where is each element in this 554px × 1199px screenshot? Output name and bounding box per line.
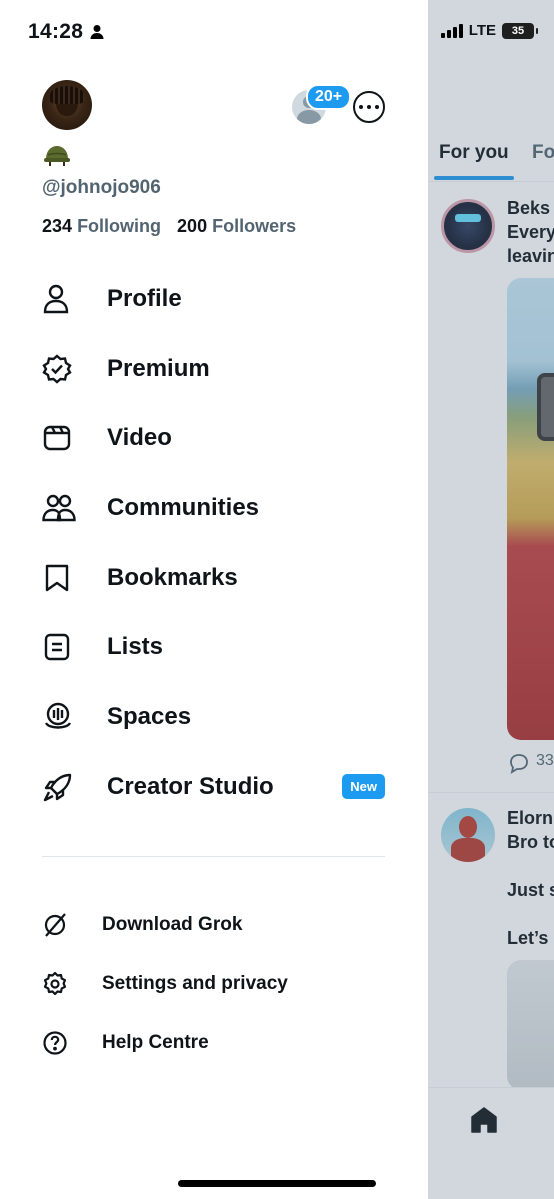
home-feed-backdrop[interactable]: For you Fo Beks Every leavin 33 Elorn Br…	[428, 0, 554, 1199]
video-icon	[42, 421, 76, 455]
post-avatar[interactable]	[441, 199, 495, 253]
active-tab-indicator	[434, 176, 514, 180]
post-text-line: Bro to	[507, 832, 554, 852]
help-icon	[42, 1029, 70, 1057]
menu-item-label: Settings and privacy	[102, 972, 288, 994]
communities-icon	[42, 491, 76, 525]
tab-following[interactable]: Fo	[532, 142, 554, 164]
reply-count: 33	[536, 752, 554, 769]
battery-level: 35	[511, 24, 525, 37]
following-count: 234	[42, 216, 73, 236]
menu-item-download-grok[interactable]: Download Grok	[42, 895, 385, 954]
menu-item-settings[interactable]: Settings and privacy	[42, 954, 385, 1013]
post-text-line: Every	[507, 222, 554, 242]
post-avatar[interactable]	[441, 808, 495, 862]
account-count-badge[interactable]: 20+	[306, 84, 352, 110]
tab-for-you[interactable]: For you	[439, 142, 509, 164]
signal-icon	[440, 23, 463, 38]
followers-link[interactable]: 200 Followers	[177, 216, 296, 237]
menu-item-label: Creator Studio	[107, 772, 274, 800]
menu-item-label: Spaces	[107, 702, 192, 730]
post-image[interactable]	[507, 278, 554, 740]
person-status-icon	[90, 25, 104, 39]
menu-item-label: Lists	[107, 633, 164, 661]
spaces-icon	[42, 700, 76, 734]
new-badge: New	[342, 774, 385, 800]
post-text-line: Let’s	[507, 928, 549, 948]
clock-text: 14:28	[28, 20, 84, 43]
menu-item-bookmarks[interactable]: Bookmarks	[42, 543, 385, 613]
verified-badge-icon	[42, 352, 76, 386]
reply-icon[interactable]	[508, 752, 530, 774]
menu-item-help-centre[interactable]: Help Centre	[42, 1013, 385, 1072]
list-icon	[42, 630, 76, 664]
network-label: LTE	[468, 22, 496, 39]
user-handle[interactable]: @johnojo906	[42, 177, 161, 199]
bookmark-icon	[42, 561, 76, 595]
post-author[interactable]: Beks	[507, 196, 550, 220]
bottom-tab-bar	[428, 1087, 554, 1199]
status-time: 14:28	[28, 20, 105, 44]
followers-count: 200	[177, 216, 208, 236]
post-text-line: leavin	[507, 246, 554, 266]
menu-item-profile[interactable]: Profile	[42, 264, 385, 334]
menu-item-label: Download Grok	[102, 913, 243, 935]
followers-label: Followers	[212, 216, 297, 236]
menu-item-lists[interactable]: Lists	[42, 612, 385, 682]
post-text-line: Just s	[507, 880, 554, 900]
home-icon[interactable]	[470, 1106, 498, 1134]
menu-item-label: Premium	[107, 354, 210, 382]
post-image[interactable]	[507, 960, 554, 1090]
battery-icon: 35	[502, 22, 538, 39]
feed-divider	[428, 792, 554, 793]
menu-item-label: Video	[107, 424, 172, 452]
navigation-drawer: 20+ @johnojo906 234 Following 200 Follow…	[0, 0, 428, 1199]
following-link[interactable]: 234 Following	[42, 216, 161, 237]
follow-stats: 234 Following 200 Followers	[42, 216, 296, 237]
menu-item-label: Communities	[107, 493, 260, 521]
helmet-emoji-icon	[44, 146, 70, 166]
feed-divider	[428, 181, 554, 182]
profile-avatar[interactable]	[42, 80, 92, 130]
secondary-menu: Download Grok Settings and privacy Help …	[42, 895, 385, 1072]
menu-item-label: Help Centre	[102, 1031, 209, 1053]
menu-item-video[interactable]: Video	[42, 403, 385, 473]
gear-icon	[42, 970, 70, 998]
home-indicator[interactable]	[178, 1180, 376, 1187]
more-options-button[interactable]	[353, 91, 385, 123]
following-label: Following	[77, 216, 162, 236]
post-author[interactable]: Elorn	[507, 806, 553, 830]
menu-item-premium[interactable]: Premium	[42, 334, 385, 404]
menu-item-communities[interactable]: Communities	[42, 473, 385, 543]
menu-divider	[42, 856, 385, 857]
menu-item-creator-studio[interactable]: Creator Studio New	[42, 752, 385, 822]
menu-item-spaces[interactable]: Spaces	[42, 682, 385, 752]
menu-item-label: Bookmarks	[107, 563, 238, 591]
main-menu: Profile Premium Video Communities Bookma…	[42, 264, 385, 822]
rocket-icon	[42, 770, 76, 804]
grok-icon	[42, 911, 70, 939]
person-icon	[42, 282, 76, 316]
menu-item-label: Profile	[107, 284, 182, 312]
status-indicators: LTE 35	[440, 22, 538, 39]
